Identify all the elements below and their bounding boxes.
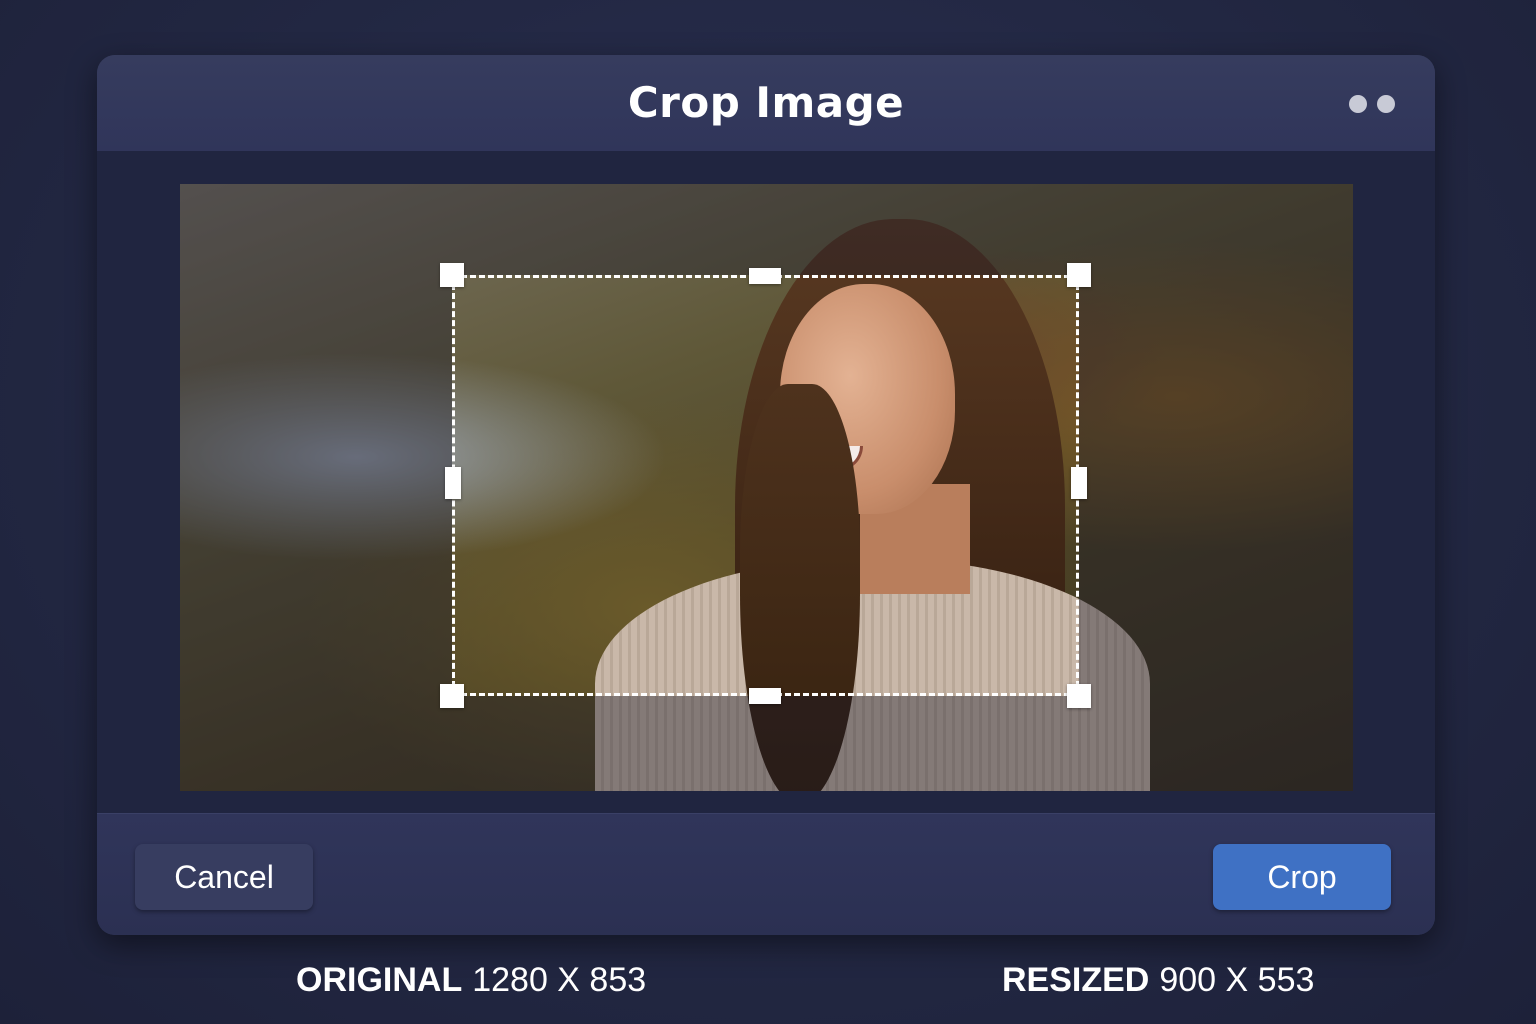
dialog-title: Crop Image	[627, 78, 905, 127]
crop-handle-bottom-right[interactable]	[1067, 684, 1091, 708]
window-dot[interactable]	[1377, 95, 1395, 113]
window-dots-icon[interactable]	[1349, 95, 1395, 113]
crop-handle-left[interactable]	[445, 467, 461, 499]
crop-shade-left	[180, 275, 452, 696]
photo-preview[interactable]	[180, 184, 1353, 791]
crop-handle-top[interactable]	[749, 268, 781, 284]
image-canvas-area	[97, 151, 1435, 813]
window-dot[interactable]	[1349, 95, 1367, 113]
crop-shade-top	[180, 184, 1353, 275]
cancel-button[interactable]: Cancel	[135, 844, 313, 910]
crop-handle-bottom[interactable]	[749, 688, 781, 704]
crop-handle-right[interactable]	[1071, 467, 1087, 499]
crop-selection-box[interactable]	[452, 275, 1079, 696]
crop-handle-top-left[interactable]	[440, 263, 464, 287]
original-value: 1280 X 853	[472, 961, 647, 999]
original-label: ORIGINAL	[296, 961, 463, 999]
crop-dialog: Crop Image Cancel Crop	[97, 55, 1435, 935]
crop-handle-top-right[interactable]	[1067, 263, 1091, 287]
crop-button[interactable]: Crop	[1213, 844, 1391, 910]
dialog-titlebar: Crop Image	[97, 55, 1435, 152]
crop-shade-right	[1079, 275, 1353, 696]
crop-shade-bottom	[180, 696, 1353, 791]
original-dimensions: ORIGINAL 1280 X 853	[296, 955, 646, 1005]
dialog-footer: Cancel Crop	[97, 813, 1435, 935]
resized-label: RESIZED	[1002, 961, 1150, 999]
resized-dimensions: RESIZED 900 X 553	[1002, 955, 1314, 1005]
crop-handle-bottom-left[interactable]	[440, 684, 464, 708]
resized-value: 900 X 553	[1159, 961, 1315, 999]
